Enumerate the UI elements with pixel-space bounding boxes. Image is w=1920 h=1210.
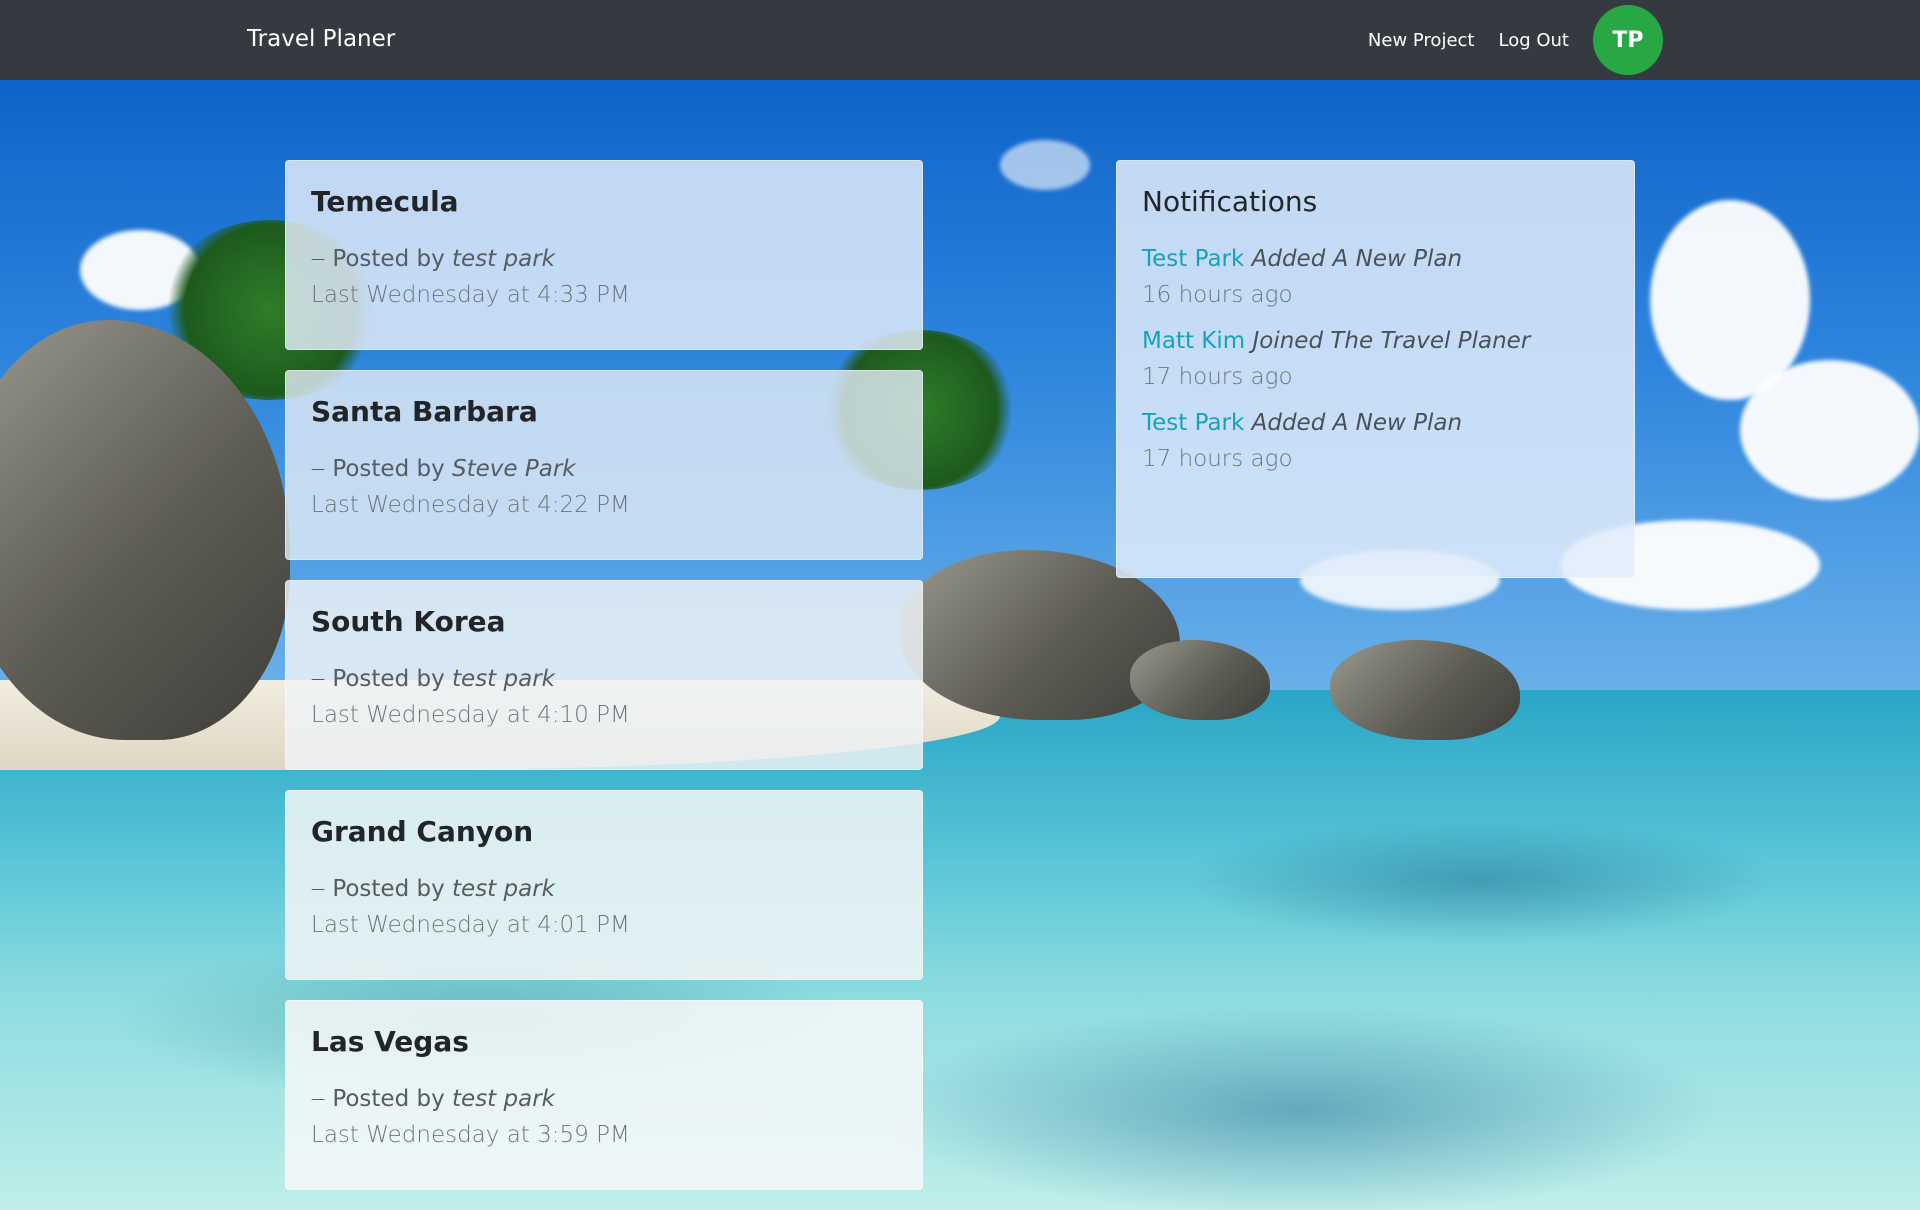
notification-user-link[interactable]: Test Park — [1142, 410, 1244, 436]
notification-text: Matt Kim Joined The Travel Planer — [1142, 328, 1609, 354]
plan-author: test park — [452, 666, 555, 692]
posted-by-label: Posted by — [332, 456, 445, 482]
notification-text: Test Park Added A New Plan — [1142, 410, 1609, 436]
plan-title: Las Vegas — [311, 1025, 469, 1058]
notification-action: Added A New Plan — [1251, 246, 1463, 272]
plan-timestamp: Last Wednesday at 4:10 PM — [311, 702, 630, 728]
notification-item: Matt Kim Joined The Travel Planer 17 hou… — [1142, 328, 1609, 390]
navbar-right: New Project Log Out TP — [1368, 0, 1663, 80]
notification-item: Test Park Added A New Plan 17 hours ago — [1142, 410, 1609, 472]
plan-author: Steve Park — [452, 456, 576, 482]
plan-title: Temecula — [311, 185, 459, 218]
posted-by-label: Posted by — [332, 1086, 445, 1112]
plan-title: Grand Canyon — [311, 815, 534, 848]
plan-timestamp: Last Wednesday at 4:22 PM — [311, 492, 630, 518]
posted-by-label: Posted by — [332, 876, 445, 902]
notification-time: 17 hours ago — [1142, 446, 1293, 472]
plan-card-las-vegas[interactable]: Las Vegas — Posted by test park Last Wed… — [285, 1000, 923, 1190]
plan-author-line: — Posted by test park — [311, 666, 555, 692]
posted-by-label: Posted by — [332, 246, 445, 272]
notification-time: 17 hours ago — [1142, 364, 1293, 390]
plan-card-grand-canyon[interactable]: Grand Canyon — Posted by test park Last … — [285, 790, 923, 980]
plan-timestamp: Last Wednesday at 4:01 PM — [311, 912, 630, 938]
plan-author-line: — Posted by Steve Park — [311, 456, 576, 482]
plan-author-line: — Posted by test park — [311, 1086, 555, 1112]
notification-action: Joined The Travel Planer — [1252, 328, 1531, 354]
notification-user-link[interactable]: Test Park — [1142, 246, 1244, 272]
plan-title: Santa Barbara — [311, 395, 538, 428]
log-out-link[interactable]: Log Out — [1498, 30, 1569, 51]
new-project-link[interactable]: New Project — [1368, 30, 1475, 51]
plan-author-line: — Posted by test park — [311, 876, 555, 902]
brand-link[interactable]: Travel Planer — [247, 26, 395, 52]
plan-card-temecula[interactable]: Temecula — Posted by test park Last Wedn… — [285, 160, 923, 350]
top-navbar: Travel Planer New Project Log Out TP — [0, 0, 1920, 80]
plan-author-line: — Posted by test park — [311, 246, 555, 272]
plan-card-santa-barbara[interactable]: Santa Barbara — Posted by Steve Park Las… — [285, 370, 923, 560]
cloud — [1740, 360, 1920, 500]
plan-title: South Korea — [311, 605, 506, 638]
plan-author: test park — [452, 876, 555, 902]
plan-list: Temecula — Posted by test park Last Wedn… — [285, 160, 923, 1210]
plan-timestamp: Last Wednesday at 3:59 PM — [311, 1122, 630, 1148]
plan-author: test park — [452, 246, 555, 272]
notifications-title: Notifications — [1142, 185, 1318, 218]
notification-time: 16 hours ago — [1142, 282, 1293, 308]
user-avatar[interactable]: TP — [1593, 5, 1663, 75]
posted-by-label: Posted by — [332, 666, 445, 692]
plan-timestamp: Last Wednesday at 4:33 PM — [311, 282, 630, 308]
cloud — [1000, 140, 1090, 190]
plan-card-south-korea[interactable]: South Korea — Posted by test park Last W… — [285, 580, 923, 770]
notification-user-link[interactable]: Matt Kim — [1142, 328, 1245, 354]
notification-action: Added A New Plan — [1251, 410, 1463, 436]
plan-author: test park — [452, 1086, 555, 1112]
notifications-panel: Notifications Test Park Added A New Plan… — [1116, 160, 1635, 578]
notification-item: Test Park Added A New Plan 16 hours ago — [1142, 246, 1609, 308]
notification-text: Test Park Added A New Plan — [1142, 246, 1609, 272]
